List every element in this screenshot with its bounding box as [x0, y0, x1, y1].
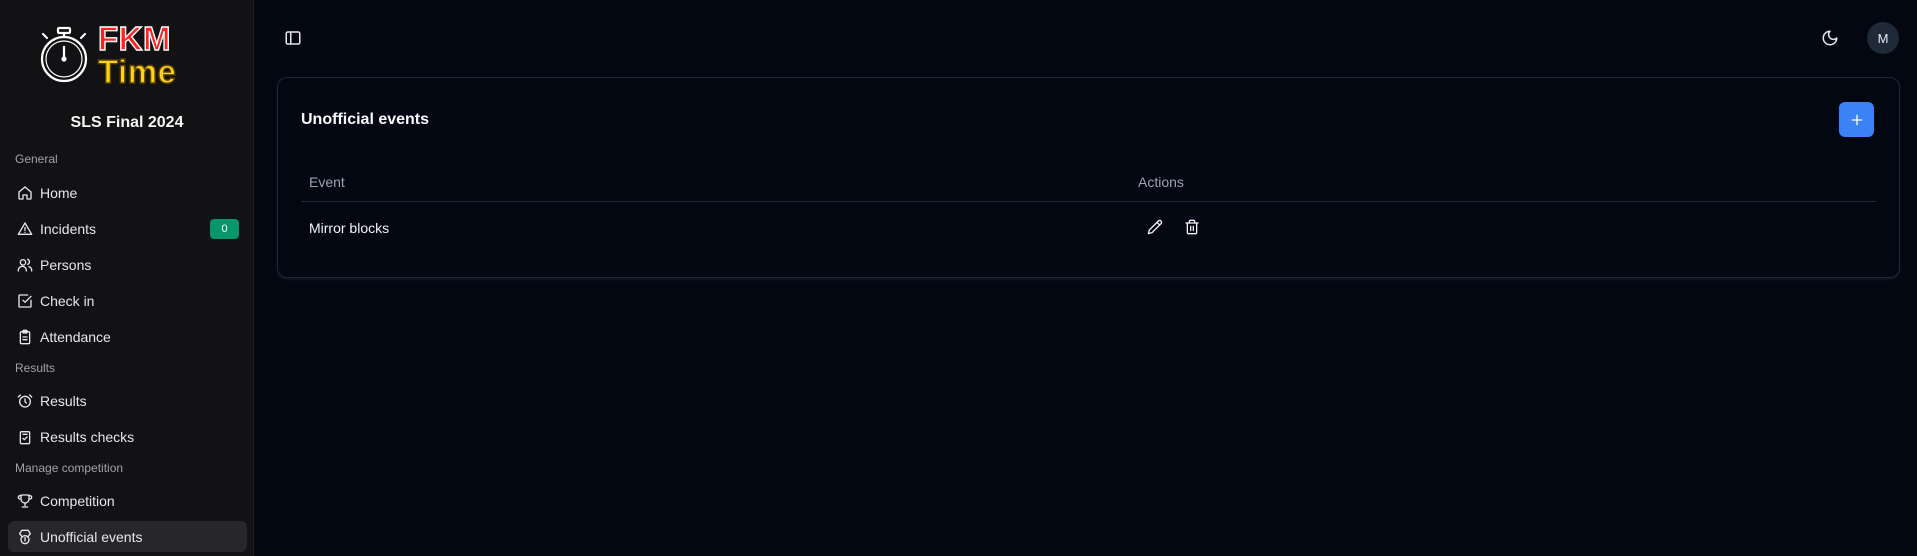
unofficial-events-card: Unofficial events Event Actions Mirror b… — [277, 77, 1900, 278]
group-label-results: Results — [15, 361, 56, 375]
sidebar-item-attendance[interactable]: Attendance — [8, 321, 247, 352]
logo-line-2: Time — [97, 53, 177, 90]
sidebar-item-home[interactable]: Home — [8, 177, 247, 208]
sidebar-item-label: Results checks — [40, 428, 135, 445]
sidebar-item-results-checks[interactable]: Results checks — [8, 421, 247, 452]
delete-button[interactable] — [1184, 219, 1202, 237]
clipboard-icon — [17, 329, 33, 345]
column-header-actions: Actions — [1138, 174, 1184, 190]
sidebar-item-check-in[interactable]: Check in — [8, 285, 247, 316]
medal-icon — [17, 529, 33, 545]
sidebar-item-label: Competition — [40, 492, 115, 509]
plus-icon — [1851, 114, 1862, 125]
edit-button[interactable] — [1147, 219, 1165, 237]
user-avatar[interactable]: M — [1867, 22, 1899, 54]
sidebar-item-incidents[interactable]: Incidents 0 — [8, 213, 247, 244]
clipboard-check-icon — [17, 429, 33, 445]
sidebar-item-label: Check in — [40, 292, 95, 309]
card-title: Unofficial events — [301, 111, 430, 128]
sidebar-item-unofficial-events[interactable]: Unofficial events — [8, 521, 247, 552]
group-label-manage-competition: Manage competition — [15, 461, 124, 475]
sidebar-item-label: Results — [40, 392, 87, 409]
alarm-clock-icon — [17, 393, 33, 409]
stopwatch-icon — [40, 26, 88, 83]
competition-name: SLS Final 2024 — [70, 114, 184, 131]
sidebar-item-competition[interactable]: Competition — [8, 485, 247, 516]
group-label-general: General — [15, 152, 58, 166]
event-name-cell: Mirror blocks — [309, 220, 390, 236]
sidebar-item-label: Unofficial events — [40, 528, 143, 545]
home-icon — [17, 185, 33, 201]
moon-icon — [1822, 30, 1838, 46]
sidebar-item-persons[interactable]: Persons — [8, 249, 247, 280]
sidebar-item-label: Persons — [40, 256, 92, 273]
sidebar-toggle-button[interactable] — [284, 29, 302, 47]
incidents-count-badge: 0 — [210, 219, 239, 239]
trophy-icon — [17, 493, 33, 509]
sidebar-item-results[interactable]: Results — [8, 385, 247, 416]
check-square-icon — [17, 293, 33, 309]
panel-left-icon — [285, 31, 301, 45]
logo-text: FKM Time — [97, 20, 177, 90]
sidebar-item-label: Attendance — [40, 328, 111, 345]
app-logo: FKM Time — [38, 20, 198, 90]
logo-line-1: FKM — [97, 20, 171, 57]
sidebar-item-label: Incidents — [40, 220, 97, 237]
trash-icon — [1185, 219, 1199, 235]
pencil-icon — [1147, 219, 1163, 235]
sidebar: FKM Time SLS Final 2024 General Home Inc… — [0, 0, 254, 556]
warning-icon — [17, 221, 33, 237]
sidebar-item-label: Home — [40, 184, 78, 201]
table-header-divider — [301, 201, 1876, 202]
theme-toggle-button[interactable] — [1821, 29, 1839, 47]
column-header-event: Event — [309, 174, 345, 190]
add-event-button[interactable] — [1839, 102, 1874, 137]
users-icon — [17, 257, 33, 273]
